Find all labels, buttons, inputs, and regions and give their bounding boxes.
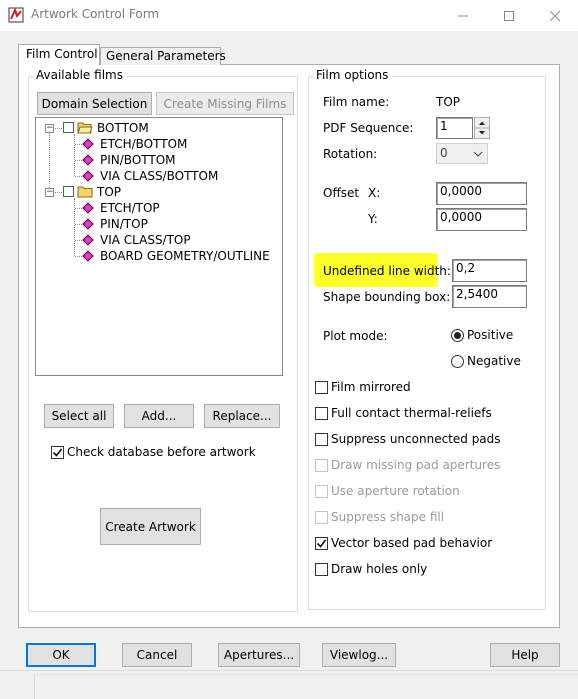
replace-button[interactable]: Replace... bbox=[204, 404, 280, 428]
cancel-button[interactable]: Cancel bbox=[122, 643, 192, 667]
check-database-label: Check database before artwork bbox=[67, 445, 256, 459]
tree-item-via-class-bottom[interactable]: VIA CLASS/BOTTOM bbox=[100, 169, 218, 183]
plot-mode-positive-radio[interactable] bbox=[451, 329, 464, 342]
film-leaf-icon bbox=[82, 218, 94, 230]
tree-node-bottom[interactable]: BOTTOM bbox=[97, 121, 149, 135]
pdf-sequence-label: PDF Sequence: bbox=[323, 121, 414, 135]
minimize-icon bbox=[458, 15, 468, 16]
use-aperture-rotation-checkbox[interactable] bbox=[315, 485, 328, 498]
offset-label: Offset bbox=[323, 186, 360, 200]
check-database-checkbox[interactable] bbox=[51, 446, 64, 459]
offset-y-label: Y: bbox=[368, 212, 378, 226]
maximize-button[interactable] bbox=[486, 0, 532, 31]
film-name-label: Film name: bbox=[323, 95, 390, 109]
footer-separator bbox=[0, 670, 578, 671]
available-films-legend: Available films bbox=[33, 68, 126, 82]
films-tree[interactable]: − BOTTOM ETCH/BOTTOM PIN/BOTTOM VIA CLAS… bbox=[35, 117, 283, 376]
full-contact-thermal-reliefs-checkbox[interactable] bbox=[315, 407, 328, 420]
film-options-legend: Film options bbox=[313, 68, 392, 82]
rotation-select[interactable]: 0 bbox=[436, 143, 488, 164]
suppress-shape-fill-checkbox[interactable] bbox=[315, 511, 328, 524]
app-icon bbox=[8, 7, 24, 23]
domain-selection-button[interactable]: Domain Selection bbox=[37, 92, 152, 115]
tree-item-board-geometry-outline[interactable]: BOARD GEOMETRY/OUTLINE bbox=[100, 249, 270, 263]
ok-button[interactable]: OK bbox=[26, 643, 96, 667]
film-leaf-icon bbox=[82, 202, 94, 214]
maximize-icon bbox=[504, 10, 514, 21]
folder-icon bbox=[77, 186, 93, 198]
help-button[interactable]: Help bbox=[490, 643, 560, 667]
tab-general-parameters[interactable]: General Parameters bbox=[100, 47, 226, 65]
film-leaf-icon bbox=[82, 154, 94, 166]
full-contact-thermal-reliefs-label: Full contact thermal-reliefs bbox=[331, 406, 492, 420]
film-mirrored-label: Film mirrored bbox=[331, 380, 411, 394]
use-aperture-rotation-label: Use aperture rotation bbox=[331, 484, 460, 498]
tree-item-pin-bottom[interactable]: PIN/BOTTOM bbox=[100, 153, 176, 167]
undefined-line-width-label: Undefined line width: bbox=[323, 264, 451, 278]
film-leaf-icon bbox=[82, 250, 94, 262]
apertures-button[interactable]: Apertures... bbox=[218, 643, 300, 667]
checkmark-icon bbox=[316, 539, 327, 548]
select-all-button[interactable]: Select all bbox=[44, 404, 114, 428]
offset-x-label: X: bbox=[368, 186, 381, 200]
draw-missing-pad-apertures-checkbox[interactable] bbox=[315, 459, 328, 472]
plot-mode-negative-label: Negative bbox=[467, 354, 521, 368]
bottom-collapse-icon[interactable]: − bbox=[45, 124, 54, 133]
window-title: Artwork Control Form bbox=[31, 7, 160, 21]
rotation-value: 0 bbox=[440, 146, 448, 160]
suppress-unconnected-pads-label: Suppress unconnected pads bbox=[331, 432, 501, 446]
film-leaf-icon bbox=[82, 138, 94, 150]
minimize-button[interactable] bbox=[440, 0, 486, 31]
vector-based-pad-behavior-label: Vector based pad behavior bbox=[331, 536, 493, 550]
bottom-checkbox[interactable] bbox=[63, 122, 74, 133]
draw-missing-pad-apertures-label: Draw missing pad apertures bbox=[331, 458, 501, 472]
pdf-sequence-input[interactable]: 1 bbox=[436, 117, 473, 139]
chevron-down-icon bbox=[473, 151, 483, 157]
close-icon bbox=[550, 10, 560, 21]
tab-film-control[interactable]: Film Control bbox=[18, 44, 100, 65]
film-leaf-icon bbox=[82, 170, 94, 182]
offset-x-input[interactable]: 0,0000 bbox=[436, 182, 527, 205]
tree-item-pin-top[interactable]: PIN/TOP bbox=[100, 217, 148, 231]
spinner-arrows-icon bbox=[475, 121, 489, 135]
viewlog-button[interactable]: Viewlog... bbox=[322, 643, 396, 667]
shape-bounding-box-input[interactable]: 2,5400 bbox=[452, 285, 527, 308]
film-mirrored-checkbox[interactable] bbox=[315, 381, 328, 394]
plot-mode-positive-label: Positive bbox=[467, 328, 514, 342]
top-checkbox[interactable] bbox=[63, 186, 74, 197]
close-button[interactable] bbox=[532, 0, 578, 31]
add-button[interactable]: Add... bbox=[124, 404, 194, 428]
offset-y-input[interactable]: 0,0000 bbox=[436, 208, 527, 231]
shape-bounding-box-label: Shape bounding box: bbox=[323, 290, 451, 304]
draw-holes-only-checkbox[interactable] bbox=[315, 563, 328, 576]
checkmark-icon bbox=[52, 448, 63, 457]
suppress-unconnected-pads-checkbox[interactable] bbox=[315, 433, 328, 446]
draw-holes-only-label: Draw holes only bbox=[331, 562, 428, 576]
tree-node-top[interactable]: TOP bbox=[97, 185, 121, 199]
vector-based-pad-behavior-checkbox[interactable] bbox=[315, 537, 328, 550]
pdf-sequence-spinner[interactable] bbox=[474, 117, 490, 139]
plot-mode-negative-radio[interactable] bbox=[451, 355, 464, 368]
tree-item-etch-top[interactable]: ETCH/TOP bbox=[100, 201, 160, 215]
top-collapse-icon[interactable]: − bbox=[45, 188, 54, 197]
create-artwork-button[interactable]: Create Artwork bbox=[100, 508, 201, 545]
film-leaf-icon bbox=[82, 234, 94, 246]
tree-item-etch-bottom[interactable]: ETCH/BOTTOM bbox=[100, 137, 187, 151]
title-bar: Artwork Control Form bbox=[0, 0, 578, 31]
status-bar bbox=[34, 674, 578, 699]
folder-open-icon bbox=[77, 122, 93, 134]
tree-item-via-class-top[interactable]: VIA CLASS/TOP bbox=[100, 233, 191, 247]
plot-mode-label: Plot mode: bbox=[323, 329, 388, 343]
film-name-value: TOP bbox=[436, 95, 461, 109]
undefined-line-width-input[interactable]: 0,2 bbox=[452, 259, 527, 282]
rotation-label: Rotation: bbox=[323, 147, 378, 161]
suppress-shape-fill-label: Suppress shape fill bbox=[331, 510, 445, 524]
create-missing-films-button[interactable]: Create Missing Films bbox=[156, 92, 294, 115]
